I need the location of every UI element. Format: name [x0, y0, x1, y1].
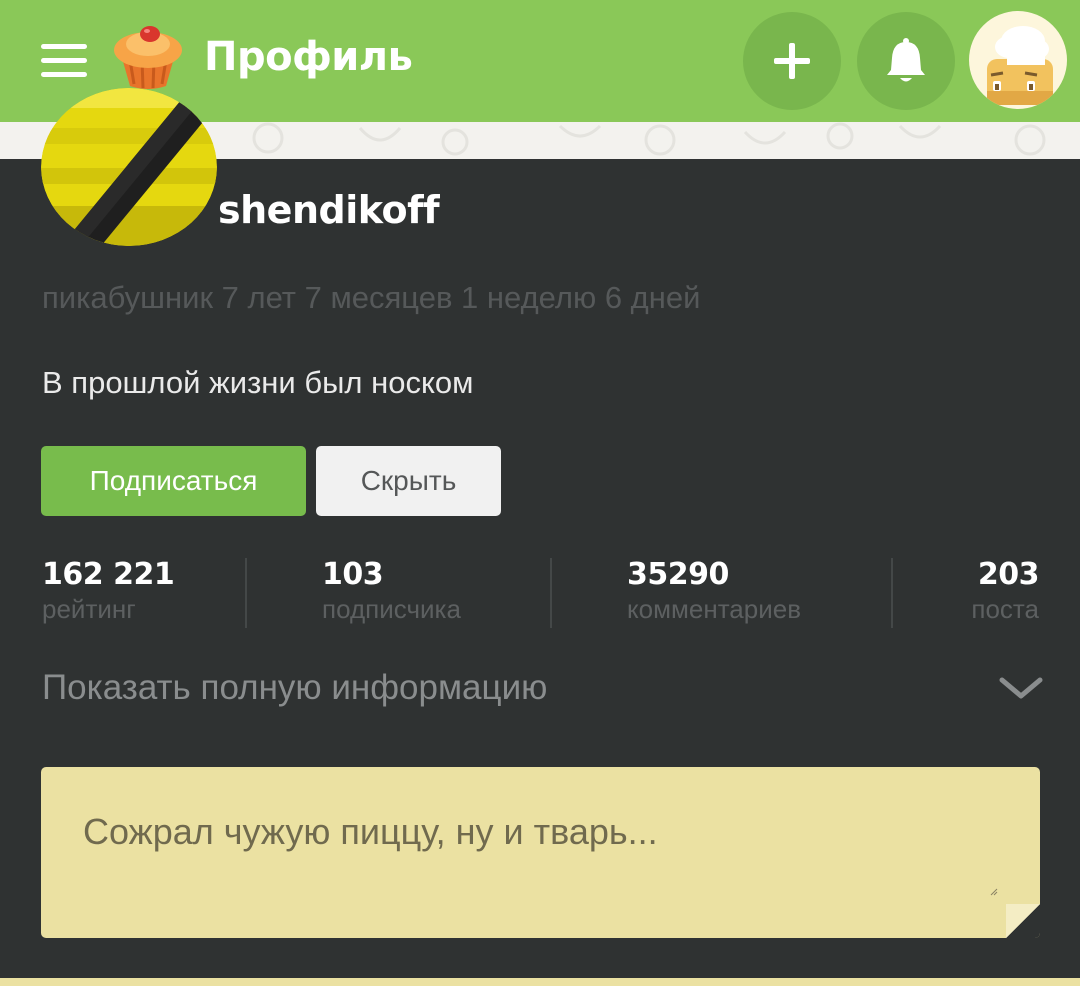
notifications-button[interactable]: [857, 12, 955, 110]
stat-posts-label: поста: [971, 594, 1039, 624]
plus-icon: [774, 43, 810, 79]
stat-posts-value: 203: [977, 557, 1040, 592]
stat-divider: [245, 558, 247, 628]
stat-divider: [891, 558, 893, 628]
stat-comments[interactable]: 35290 комментариев: [627, 556, 801, 624]
stat-rating-label: рейтинг: [42, 594, 136, 624]
hamburger-icon[interactable]: [41, 44, 87, 78]
chevron-down-icon[interactable]: [998, 674, 1044, 704]
bell-icon: [887, 38, 925, 82]
show-full-info-link[interactable]: Показать полную информацию: [42, 668, 547, 708]
stat-rating-value: 162 221: [42, 557, 175, 592]
stat-subscribers-label: подписчика: [322, 594, 461, 624]
hide-button[interactable]: Скрыть: [316, 446, 501, 516]
stat-posts[interactable]: 203 поста: [971, 556, 1039, 624]
stat-divider: [550, 558, 552, 628]
note-placeholder: Сожрал чужую пиццу, ну и тварь...: [83, 811, 658, 852]
stat-subscribers[interactable]: 103 подписчика: [322, 556, 461, 624]
profile-avatar: [41, 88, 217, 246]
stat-subscribers-value: 103: [322, 557, 384, 592]
user-note-field[interactable]: Сожрал чужую пиццу, ну и тварь...: [41, 767, 1040, 938]
stat-comments-label: комментариев: [627, 594, 802, 624]
stat-rating[interactable]: 162 221 рейтинг: [42, 556, 175, 624]
add-post-button[interactable]: [743, 12, 841, 110]
cupcake-logo-icon[interactable]: [108, 20, 188, 92]
next-note-edge: [0, 978, 1080, 986]
page-fold-icon: [1006, 904, 1040, 938]
page-title: Профиль: [204, 34, 413, 80]
profile-username: shendikoff: [218, 188, 440, 232]
profile-tenure: пикабушник 7 лет 7 месяцев 1 неделю 6 дн…: [42, 280, 701, 315]
subscribe-button[interactable]: Подписаться: [41, 446, 306, 516]
stat-comments-value: 35290: [627, 557, 729, 592]
user-avatar-button[interactable]: [969, 11, 1067, 109]
profile-bio: В прошлой жизни был носком: [42, 365, 474, 400]
chef-avatar-icon: [987, 26, 1053, 105]
resize-handle-icon[interactable]: [990, 888, 998, 896]
